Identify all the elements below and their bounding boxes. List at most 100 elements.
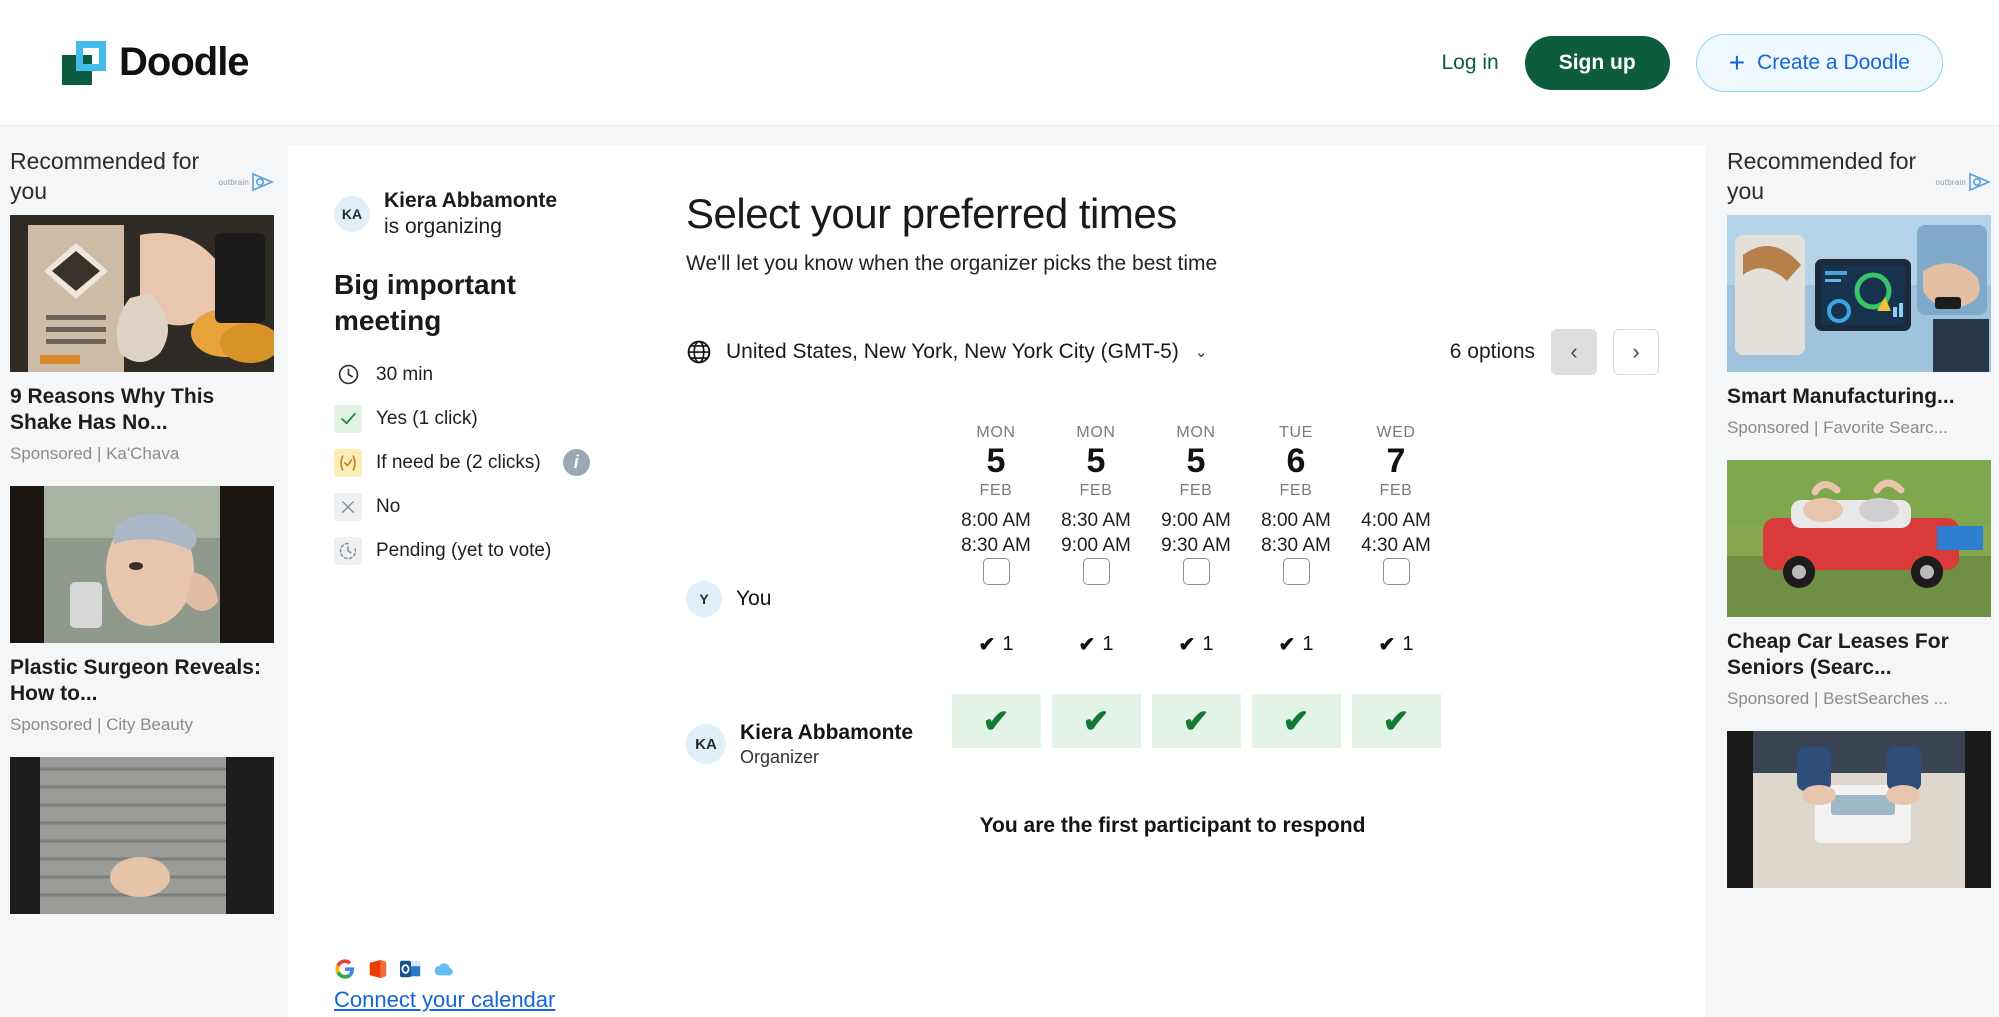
check-icon: ✔ bbox=[1279, 632, 1296, 657]
list-item[interactable]: 9 Reasons Why This Shake Has No... Spons… bbox=[0, 215, 282, 464]
legend-label: Pending (yet to vote) bbox=[376, 539, 551, 563]
google-calendar-icon bbox=[334, 958, 356, 980]
outbrain-attribution-left[interactable]: outbrain bbox=[218, 172, 274, 192]
slot-header: MON 5 FEB 9:00 AM 9:30 AM bbox=[1146, 424, 1246, 558]
list-item[interactable]: Plastic Surgeon Reveals: How to... Spons… bbox=[0, 486, 282, 735]
organizer-text: Kiera Abbamonte is organizing bbox=[384, 188, 557, 241]
slot-month: FEB bbox=[946, 482, 1046, 500]
organizer-name: Kiera Abbamonte bbox=[384, 188, 557, 214]
availability-grid: Y You KA Kiera Abbamonte Organizer bbox=[686, 424, 1659, 790]
right-ad-sidebar: Recommended for you outbrain bbox=[1717, 126, 1999, 1017]
legend-duration: 30 min bbox=[334, 361, 594, 389]
legend-label: 30 min bbox=[376, 363, 433, 387]
slot-end-time: 9:00 AM bbox=[1046, 533, 1146, 558]
vote-count: ✔ 1 bbox=[946, 632, 1046, 657]
table-row: KA Kiera Abbamonte Organizer bbox=[686, 698, 946, 790]
slot-header: MON 5 FEB 8:00 AM 8:30 AM bbox=[946, 424, 1046, 558]
ad-thumbnail[interactable] bbox=[10, 486, 274, 643]
slot-day: 5 bbox=[946, 444, 1046, 480]
vote-checkbox[interactable] bbox=[983, 558, 1010, 585]
globe-icon bbox=[686, 339, 712, 365]
header-actions: Log in Sign up + Create a Doodle bbox=[1441, 34, 1943, 92]
ad-thumbnail[interactable] bbox=[1727, 215, 1991, 372]
organizer-row-text: Kiera Abbamonte Organizer bbox=[740, 720, 913, 769]
timezone-label[interactable]: United States, New York, New York City (… bbox=[726, 340, 1179, 364]
left-ad-heading: Recommended for you bbox=[10, 146, 210, 207]
outbrain-label: outbrain bbox=[218, 178, 249, 187]
calendar-provider-icons bbox=[334, 958, 555, 980]
vote-count-value: 1 bbox=[1402, 633, 1413, 656]
outbrain-label: outbrain bbox=[1935, 178, 1966, 187]
page-title: Select your preferred times bbox=[686, 190, 1659, 238]
doodle-logo[interactable]: Doodle bbox=[62, 40, 249, 85]
vote-checkbox[interactable] bbox=[1283, 558, 1310, 585]
first-participant-note: You are the first participant to respond bbox=[686, 814, 1659, 838]
vote-checkbox[interactable] bbox=[1183, 558, 1210, 585]
logo-square-blue bbox=[76, 41, 106, 71]
info-icon[interactable]: i bbox=[563, 449, 590, 476]
check-icon: ✔ bbox=[1183, 705, 1210, 737]
connect-calendar-section: Connect your calendar bbox=[334, 958, 555, 1013]
office365-icon bbox=[367, 958, 389, 980]
legend-if-need-be: If need be (2 clicks) i bbox=[334, 449, 594, 477]
timezone-row: United States, New York, New York City (… bbox=[686, 326, 1659, 378]
check-icon: ✔ bbox=[1383, 705, 1410, 737]
ad-headline: 9 Reasons Why This Shake Has No... bbox=[10, 384, 272, 436]
slot-column: MON 5 FEB 9:00 AM 9:30 AM ✔ 1 bbox=[1146, 424, 1246, 790]
ad-image-kachava bbox=[10, 215, 274, 372]
slot-column: MON 5 FEB 8:30 AM 9:00 AM ✔ 1 bbox=[1046, 424, 1146, 790]
list-item[interactable] bbox=[1717, 731, 1999, 888]
list-item[interactable]: Smart Manufacturing... Sponsored | Favor… bbox=[1717, 215, 1999, 438]
ad-source: Sponsored | Favorite Searc... bbox=[1727, 418, 1989, 438]
outbrain-logo-icon bbox=[1969, 172, 1991, 192]
check-icon: ✔ bbox=[1379, 632, 1396, 657]
organizer-vote-cell: ✔ bbox=[1152, 694, 1241, 748]
outbrain-attribution-right[interactable]: outbrain bbox=[1935, 172, 1991, 192]
left-ad-header: Recommended for you outbrain bbox=[0, 126, 282, 215]
ad-source: Sponsored | Ka'Chava bbox=[10, 444, 272, 464]
create-doodle-button[interactable]: + Create a Doodle bbox=[1696, 34, 1943, 92]
pending-clock-icon bbox=[334, 537, 362, 565]
check-icon: ✔ bbox=[983, 705, 1010, 737]
vote-checkbox[interactable] bbox=[1383, 558, 1410, 585]
signup-button[interactable]: Sign up bbox=[1525, 36, 1670, 90]
vote-count-value: 1 bbox=[1002, 633, 1013, 656]
ad-source: Sponsored | BestSearches ... bbox=[1727, 689, 1989, 709]
ad-headline: Cheap Car Leases For Seniors (Searc... bbox=[1727, 629, 1989, 681]
vote-count: ✔ 1 bbox=[1346, 632, 1446, 657]
slot-column: TUE 6 FEB 8:00 AM 8:30 AM ✔ 1 bbox=[1246, 424, 1346, 790]
x-icon bbox=[334, 493, 362, 521]
ad-thumbnail[interactable] bbox=[1727, 731, 1991, 888]
ad-image-scale bbox=[1727, 731, 1991, 888]
organizer-status: is organizing bbox=[384, 214, 557, 240]
ad-thumbnail[interactable] bbox=[1727, 460, 1991, 617]
slot-start-time: 8:30 AM bbox=[1046, 508, 1146, 533]
you-row-label: Y You bbox=[686, 581, 771, 617]
clock-icon bbox=[334, 361, 362, 389]
list-item[interactable]: Cheap Car Leases For Seniors (Searc... S… bbox=[1717, 460, 1999, 709]
chevron-down-icon[interactable]: ⌄ bbox=[1195, 343, 1208, 361]
connect-calendar-link[interactable]: Connect your calendar bbox=[334, 987, 555, 1012]
ad-thumbnail[interactable] bbox=[10, 757, 274, 914]
check-icon: ✔ bbox=[979, 632, 996, 657]
slot-header: MON 5 FEB 8:30 AM 9:00 AM bbox=[1046, 424, 1146, 558]
slot-day: 5 bbox=[1046, 444, 1146, 480]
check-icon: ✔ bbox=[1079, 632, 1096, 657]
legend-pending: Pending (yet to vote) bbox=[334, 537, 594, 565]
prev-options-button[interactable]: ‹ bbox=[1551, 329, 1597, 375]
ad-image-third bbox=[10, 757, 274, 914]
next-options-button[interactable]: › bbox=[1613, 329, 1659, 375]
login-link[interactable]: Log in bbox=[1441, 51, 1498, 75]
list-item[interactable] bbox=[0, 757, 282, 914]
page-body: Recommended for you outbrain bbox=[0, 126, 1999, 1017]
vote-checkbox[interactable] bbox=[1083, 558, 1110, 585]
legend-label: No bbox=[376, 495, 400, 519]
vote-count: ✔ 1 bbox=[1146, 632, 1246, 657]
slot-month: FEB bbox=[1346, 482, 1446, 500]
ad-thumbnail[interactable] bbox=[10, 215, 274, 372]
check-icon: ✔ bbox=[1283, 705, 1310, 737]
slot-weekday: MON bbox=[1146, 424, 1246, 442]
slot-start-time: 4:00 AM bbox=[1346, 508, 1446, 533]
table-row bbox=[686, 636, 946, 698]
you-label: You bbox=[736, 587, 771, 611]
